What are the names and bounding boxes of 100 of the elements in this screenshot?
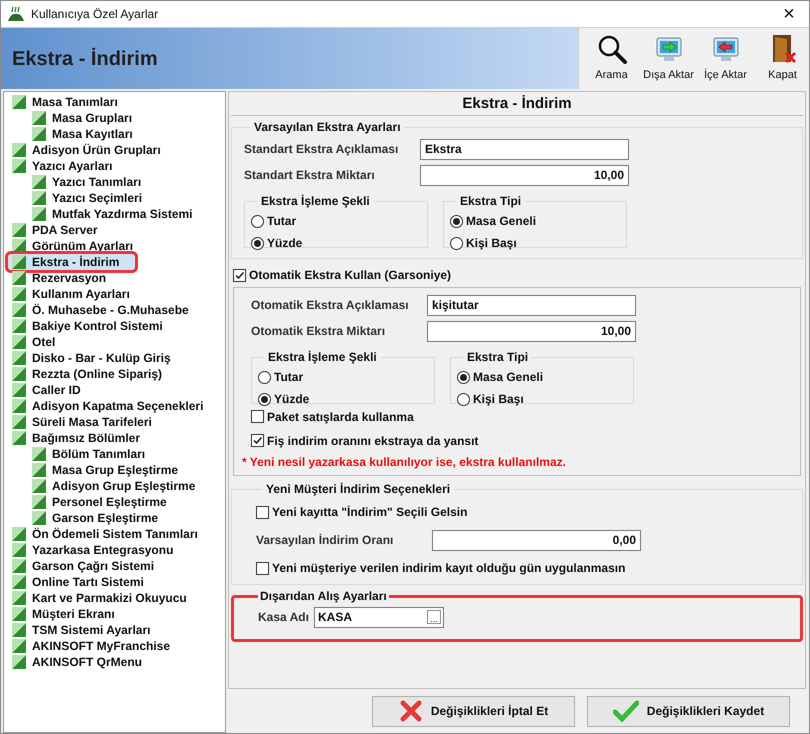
tree-item[interactable]: Adisyon Ürün Grupları (12, 142, 177, 158)
triangle-icon (12, 383, 26, 397)
radio-button[interactable] (450, 236, 463, 250)
tree-item[interactable]: Bağımsız Bölümler (12, 430, 156, 446)
radio-button[interactable] (457, 392, 470, 406)
group-title: Dışarıdan Alış Ayarları (259, 588, 388, 605)
tree-item[interactable]: Kart ve Parmakizi Okuyucu (12, 590, 203, 606)
tree-item[interactable]: Bakiye Kontrol Sistemi (12, 318, 179, 334)
tree-item[interactable]: Ö. Muhasebe - G.Muhasebe (12, 302, 205, 318)
tree-item[interactable]: Adisyon Grup Eşleştirme (32, 478, 212, 494)
tree-item[interactable]: Masa Kayıtları (32, 126, 149, 142)
tree-item[interactable]: Süreli Masa Tarifeleri (12, 414, 168, 430)
radio-label: Tutar (267, 213, 296, 230)
tree-item[interactable]: Masa Tanımları (12, 94, 134, 110)
triangle-icon (12, 591, 26, 605)
radio-button[interactable] (457, 370, 470, 384)
toolbar-button[interactable]: Kapat (756, 32, 809, 86)
field-label: Varsayılan İndirim Oranı (256, 532, 394, 549)
triangle-icon (12, 399, 26, 413)
triangle-icon (12, 255, 26, 269)
toolbar-button[interactable]: Dışa Aktar (642, 32, 695, 86)
triangle-icon (12, 575, 26, 589)
tree-item[interactable]: Yazarkasa Entegrasyonu (12, 542, 190, 558)
triangle-icon (32, 463, 46, 477)
triangle-icon (12, 655, 26, 669)
tree-item[interactable]: TSM Sistemi Ayarları (12, 622, 166, 638)
radio-button[interactable] (450, 214, 463, 228)
radio-label: Kişi Başı (473, 391, 524, 408)
save-button[interactable]: Değişiklikleri Kaydet (587, 696, 790, 726)
input-field[interactable]: kişitutar (427, 294, 636, 316)
triangle-icon (12, 415, 26, 429)
tree-item[interactable]: Masa Grupları (32, 110, 148, 126)
tree-item[interactable]: Yazıcı Seçimleri (32, 190, 158, 206)
input-field[interactable]: Ekstra (420, 138, 629, 160)
radio-button[interactable] (258, 370, 271, 384)
field-label: Standart Ekstra Miktarı (244, 167, 376, 184)
triangle-icon (12, 319, 26, 333)
tree-item[interactable]: Otel (12, 334, 72, 350)
triangle-icon (32, 207, 46, 221)
checkbox[interactable] (233, 268, 246, 282)
window-title: Kullanıcıya Özel Ayarlar (31, 6, 158, 23)
close-button[interactable]: × (769, 1, 809, 27)
tree-item[interactable]: Caller ID (12, 382, 97, 398)
tree-item[interactable]: Müşteri Ekranı (12, 606, 131, 622)
tree-item[interactable]: Adisyon Kapatma Seçenekleri (12, 398, 220, 414)
cancel-button[interactable]: Değişiklikleri İptal Et (372, 696, 575, 726)
tree-item[interactable]: Rezervasyon (12, 270, 122, 286)
close-icon (398, 699, 423, 723)
tree-item[interactable]: Personel Eşleştirme (32, 494, 183, 510)
tree-item[interactable]: Mutfak Yazdırma Sistemi (32, 206, 208, 222)
input-field[interactable]: 10,00 (427, 320, 636, 342)
checkbox-label: Fiş indirim oranını ekstraya da yansıt (267, 432, 478, 450)
monitor-arrow-right-icon (654, 36, 682, 64)
group-title: Yeni Müşteri İndirim Seçenekleri (265, 481, 452, 498)
input-field[interactable]: 10,00 (420, 164, 629, 186)
field-label: Otomatik Ekstra Miktarı (251, 323, 386, 340)
tree-item[interactable]: Masa Grup Eşleştirme (32, 462, 194, 478)
browse-button[interactable]: ... (427, 610, 441, 624)
triangle-icon (12, 607, 26, 621)
radio-label: Tutar (274, 369, 304, 386)
triangle-icon (12, 95, 26, 109)
tree-item[interactable]: AKINSOFT MyFranchise (12, 638, 186, 654)
input-field[interactable]: KASA ... (314, 606, 444, 628)
group-title: Ekstra İşleme Şekli (260, 193, 371, 210)
toolbar-button[interactable]: İçe Aktar (699, 32, 752, 86)
triangle-icon (32, 191, 46, 205)
tree-item[interactable]: Görünüm Ayarları (12, 238, 150, 254)
triangle-icon (12, 559, 26, 573)
tree-item[interactable]: Yazıcı Tanımları (32, 174, 158, 190)
checkbox[interactable] (251, 410, 264, 423)
toolbar-button[interactable]: Arama (585, 32, 638, 86)
tree-item[interactable]: Bölüm Tanımları (32, 446, 162, 462)
tree-item[interactable]: Garson Çağrı Sistemi (12, 558, 170, 574)
tree-item[interactable]: Garson Eşleştirme (32, 510, 174, 526)
tree-item[interactable]: Disko - Bar - Kulüp Giriş (12, 350, 187, 366)
tree-item[interactable]: Yazıcı Ayarları (12, 158, 128, 174)
field-label: Otomatik Ekstra Açıklaması (251, 297, 410, 314)
checkbox[interactable] (256, 562, 269, 574)
triangle-icon (32, 495, 46, 509)
checkbox[interactable] (251, 434, 264, 447)
tree-item[interactable]: Ekstra - İndirim (8, 254, 136, 270)
check-icon (612, 700, 639, 722)
input-field[interactable]: 0,00 (432, 530, 641, 550)
tree-item[interactable]: AKINSOFT QrMenu (12, 654, 158, 670)
triangle-icon (12, 543, 26, 557)
tree-item[interactable]: Kullanım Ayarları (12, 286, 146, 302)
tree-item[interactable]: Rezzta (Online Sipariş) (12, 366, 178, 382)
radio-button[interactable] (251, 236, 264, 250)
triangle-icon (12, 271, 26, 285)
triangle-icon (12, 351, 26, 365)
triangle-icon (12, 639, 26, 653)
tree-item[interactable]: PDA Server (12, 222, 114, 238)
tree-item[interactable]: Ön Ödemeli Sistem Tanımları (12, 526, 214, 542)
checkbox[interactable] (256, 506, 269, 518)
triangle-icon (12, 623, 26, 637)
radio-button[interactable] (258, 392, 271, 406)
group-title: Varsayılan Ekstra Ayarları (253, 119, 402, 136)
tree-item[interactable]: Online Tartı Sistemi (12, 574, 160, 590)
triangle-icon (12, 287, 26, 301)
radio-button[interactable] (251, 214, 264, 228)
